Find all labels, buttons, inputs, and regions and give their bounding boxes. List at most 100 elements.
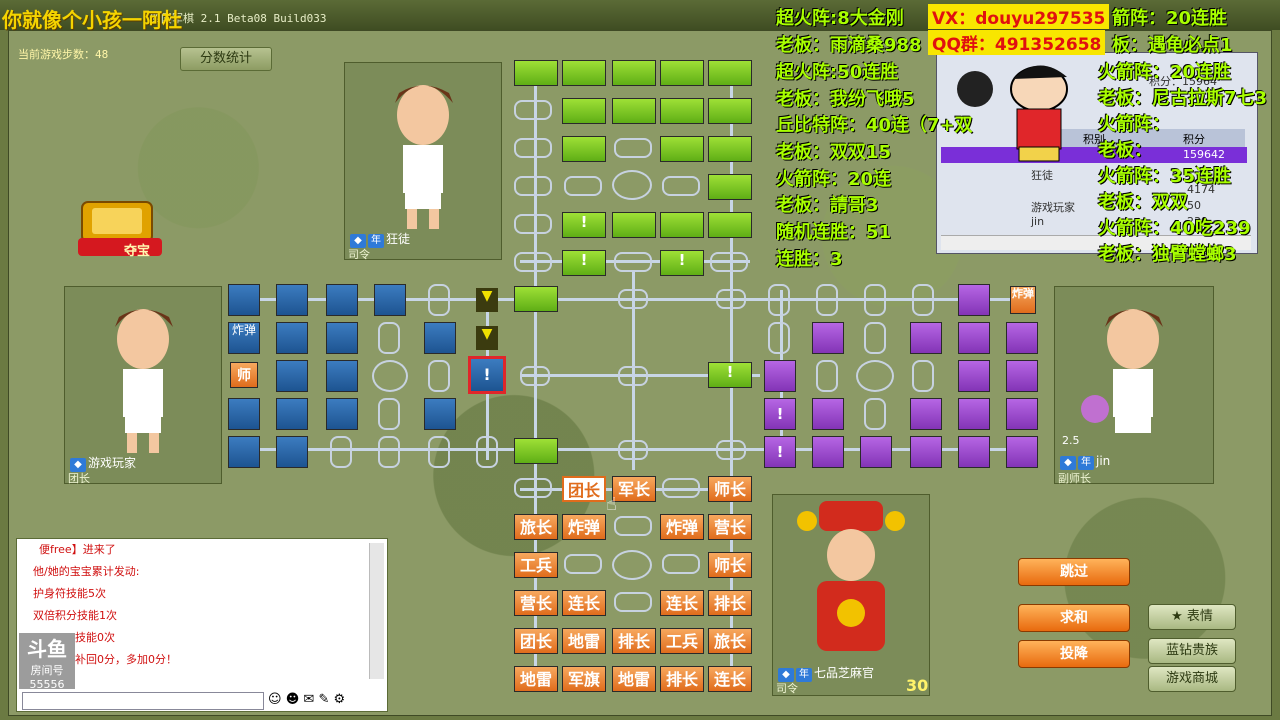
- right-piece-flagged[interactable]: !: [764, 436, 796, 468]
- my-piece[interactable]: 旅长: [514, 514, 558, 540]
- left-piece[interactable]: [228, 398, 260, 430]
- station[interactable]: [716, 289, 746, 309]
- my-piece[interactable]: 旅长: [708, 628, 752, 654]
- station[interactable]: [614, 516, 652, 536]
- my-piece[interactable]: 工兵: [514, 552, 558, 578]
- station[interactable]: [514, 252, 552, 272]
- station[interactable]: [520, 366, 550, 386]
- station[interactable]: [864, 322, 886, 354]
- score-row[interactable]: 50: [1187, 199, 1201, 212]
- top-piece-flagged[interactable]: !: [660, 250, 704, 276]
- station[interactable]: [514, 214, 552, 234]
- blue-diamond-button[interactable]: 蓝钻贵族: [1148, 638, 1236, 664]
- my-piece[interactable]: 军旗: [562, 666, 606, 692]
- right-piece[interactable]: [1006, 322, 1038, 354]
- my-piece[interactable]: 地雷: [562, 628, 606, 654]
- station[interactable]: [912, 284, 934, 316]
- station[interactable]: [514, 176, 552, 196]
- right-piece[interactable]: [958, 284, 990, 316]
- my-piece[interactable]: 地雷: [514, 666, 558, 692]
- right-piece[interactable]: [1006, 436, 1038, 468]
- right-piece[interactable]: [910, 436, 942, 468]
- score-row[interactable]: jin: [1031, 215, 1044, 228]
- top-piece[interactable]: [660, 136, 704, 162]
- station[interactable]: [514, 138, 552, 158]
- station[interactable]: [816, 284, 838, 316]
- top-piece[interactable]: [612, 98, 656, 124]
- top-piece[interactable]: [562, 98, 606, 124]
- shop-button[interactable]: 游戏商城: [1148, 666, 1236, 692]
- right-piece[interactable]: [812, 398, 844, 430]
- left-piece[interactable]: [326, 360, 358, 392]
- station[interactable]: [428, 360, 450, 392]
- station[interactable]: [864, 284, 886, 316]
- my-piece[interactable]: 工兵: [660, 628, 704, 654]
- station[interactable]: [816, 360, 838, 392]
- top-piece[interactable]: [708, 60, 752, 86]
- left-piece[interactable]: [424, 398, 456, 430]
- surrender-button[interactable]: 投降: [1018, 640, 1130, 668]
- right-piece-revealed[interactable]: 炸弹: [1010, 286, 1036, 314]
- station[interactable]: [564, 176, 602, 196]
- station[interactable]: [618, 440, 648, 460]
- top-piece[interactable]: [660, 212, 704, 238]
- camp[interactable]: [856, 360, 894, 392]
- center-piece-flagged[interactable]: !: [708, 362, 752, 388]
- tool-icon[interactable]: ✎: [318, 692, 329, 707]
- top-piece[interactable]: [708, 136, 752, 162]
- left-piece[interactable]: [276, 284, 308, 316]
- right-piece[interactable]: [910, 322, 942, 354]
- right-piece[interactable]: [1006, 360, 1038, 392]
- my-piece[interactable]: 营长: [514, 590, 558, 616]
- station[interactable]: [710, 252, 748, 272]
- station[interactable]: [768, 322, 790, 354]
- station[interactable]: [514, 100, 552, 120]
- top-piece[interactable]: [708, 98, 752, 124]
- right-piece-flagged[interactable]: !: [764, 398, 796, 430]
- my-piece[interactable]: 师长: [708, 552, 752, 578]
- station[interactable]: [912, 360, 934, 392]
- top-piece[interactable]: [612, 60, 656, 86]
- left-piece[interactable]: [374, 284, 406, 316]
- my-piece[interactable]: 团长: [562, 476, 606, 502]
- station[interactable]: [614, 592, 652, 612]
- my-piece[interactable]: 排长: [708, 590, 752, 616]
- station[interactable]: [514, 478, 552, 498]
- station[interactable]: [662, 554, 700, 574]
- top-piece[interactable]: [514, 60, 558, 86]
- my-piece[interactable]: 排长: [660, 666, 704, 692]
- top-piece[interactable]: [562, 60, 606, 86]
- camp[interactable]: [372, 360, 408, 392]
- left-piece[interactable]: [276, 398, 308, 430]
- chat-scrollbar[interactable]: [369, 543, 384, 679]
- right-piece[interactable]: [958, 398, 990, 430]
- emoji-icon[interactable]: ☺: [268, 692, 282, 707]
- top-piece-flagged[interactable]: !: [562, 250, 606, 276]
- left-piece[interactable]: [424, 322, 456, 354]
- my-piece[interactable]: 炸弹: [660, 514, 704, 540]
- top-piece[interactable]: [612, 212, 656, 238]
- top-piece-flagged[interactable]: !: [562, 212, 606, 238]
- left-piece[interactable]: [228, 436, 260, 468]
- station[interactable]: [476, 436, 498, 468]
- top-piece[interactable]: [562, 136, 606, 162]
- top-piece[interactable]: [708, 174, 752, 200]
- top-piece[interactable]: [660, 98, 704, 124]
- skip-button[interactable]: 跳过: [1018, 558, 1130, 586]
- left-piece[interactable]: [326, 322, 358, 354]
- station[interactable]: [618, 366, 648, 386]
- left-piece[interactable]: [326, 284, 358, 316]
- my-piece[interactable]: 连长: [562, 590, 606, 616]
- right-piece[interactable]: [812, 322, 844, 354]
- station[interactable]: [716, 440, 746, 460]
- left-piece[interactable]: [228, 284, 260, 316]
- station[interactable]: [330, 436, 352, 468]
- right-piece[interactable]: [910, 398, 942, 430]
- station[interactable]: [614, 138, 652, 158]
- top-piece[interactable]: [708, 212, 752, 238]
- my-piece[interactable]: 营长: [708, 514, 752, 540]
- right-piece[interactable]: [812, 436, 844, 468]
- left-piece[interactable]: [276, 322, 308, 354]
- right-piece[interactable]: [860, 436, 892, 468]
- station[interactable]: [662, 176, 700, 196]
